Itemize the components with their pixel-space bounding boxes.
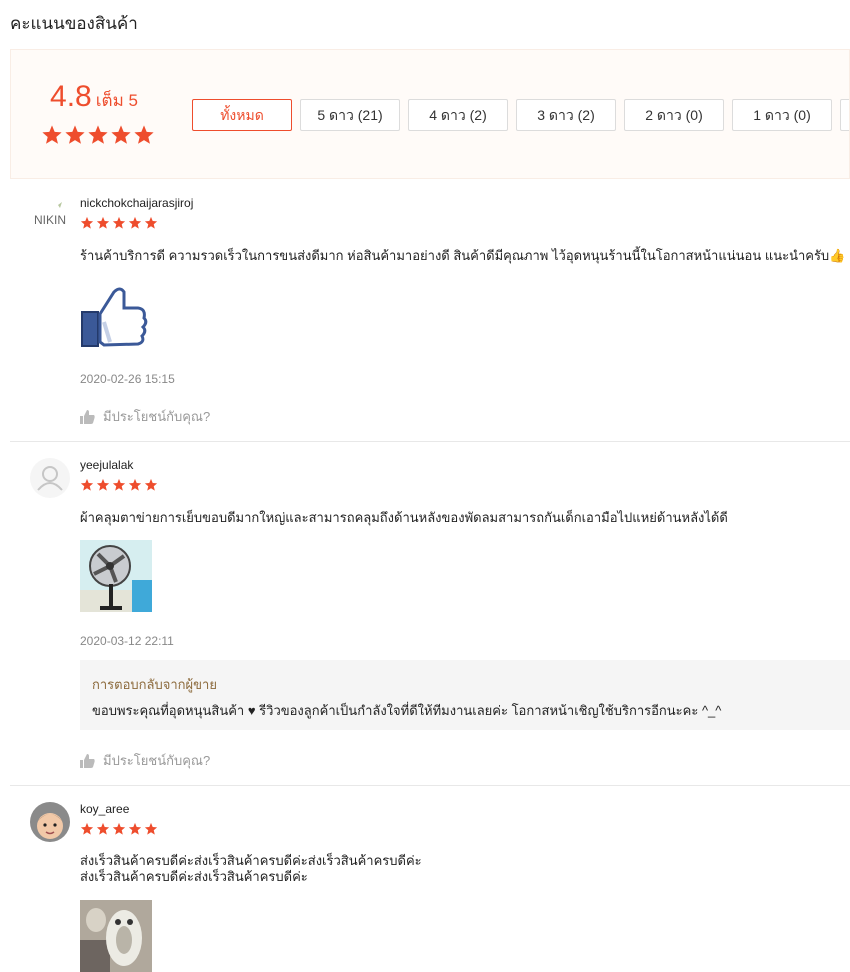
star-icon — [96, 216, 110, 229]
review-date: 2020-02-26 15:15 — [80, 372, 175, 386]
filter-5-stars[interactable]: 5 ดาว (21) — [300, 99, 400, 131]
svg-text:NIKIN: NIKIN — [34, 213, 66, 227]
overall-score: 4.8 เต็ม 5 — [11, 80, 177, 114]
star-icon — [80, 478, 94, 491]
filter-2-stars[interactable]: 2 ดาว (0) — [624, 99, 724, 131]
fan-photo-icon — [80, 540, 152, 612]
username: nickchokchaijarasjiroj — [80, 196, 194, 210]
review-stars — [80, 478, 158, 492]
score-value: 4.8 — [50, 80, 92, 113]
review-comment: ร้านค้าบริการดี ความรวดเร็วในการขนส่งดีม… — [80, 248, 846, 263]
filter-all[interactable]: ทั้งหมด — [192, 99, 292, 131]
star-icon — [80, 822, 94, 835]
filter-1-star[interactable]: 1 ดาว (0) — [732, 99, 832, 131]
star-icon — [144, 822, 158, 835]
review-item: NIKIN nickchokchaijarasjiroj ร้านค้าบริก… — [10, 180, 850, 442]
seller-reply-label: การตอบกลับจากผู้ขาย — [92, 677, 217, 692]
star-icon — [96, 822, 110, 835]
thumbs-up-icon — [80, 753, 95, 768]
logo-avatar-icon: NIKIN — [34, 202, 66, 227]
review-image[interactable] — [80, 540, 152, 612]
star-icon — [144, 216, 158, 229]
thumbs-up-icon — [80, 409, 95, 424]
star-icon — [88, 125, 108, 144]
star-icon — [65, 125, 85, 144]
overall-stars — [41, 124, 155, 146]
star-icon — [128, 216, 142, 229]
star-icon — [128, 478, 142, 491]
star-icon — [112, 216, 126, 229]
star-icon — [144, 478, 158, 491]
review-date: 2020-03-12 22:11 — [80, 634, 174, 648]
username: yeejulalak — [80, 458, 134, 472]
helpful-button[interactable]: มีประโยชน์กับคุณ? — [80, 406, 210, 427]
thumbs-up-image-icon — [81, 287, 148, 347]
filter-3-stars[interactable]: 3 ดาว (2) — [516, 99, 616, 131]
filter-more[interactable] — [840, 99, 849, 131]
star-icon — [111, 125, 131, 144]
helpful-label: มีประโยชน์กับคุณ? — [103, 753, 211, 768]
review-image[interactable] — [80, 900, 152, 972]
page-title: คะแนนของสินค้า — [10, 14, 138, 33]
avatar — [30, 458, 70, 498]
default-user-icon — [37, 466, 63, 491]
score-out-of: เต็ม 5 — [95, 91, 138, 110]
review-item: koy_aree ส่งเร็วสินค้าครบดีค่ะส่งเร็วสิน… — [10, 786, 850, 972]
review-stars — [80, 822, 158, 836]
review-item: yeejulalak ผ้าคลุมตาข่ายการเย็บขอบดีมากใ… — [10, 442, 850, 786]
review-comment: ผ้าคลุมตาข่ายการเย็บขอบดีมากใหญ่และสามาร… — [80, 510, 728, 525]
avatar — [30, 802, 70, 842]
star-icon — [42, 125, 62, 144]
seller-reply: การตอบกลับจากผู้ขาย ขอบพระคุณที่อุดหนุนส… — [80, 660, 850, 730]
helpful-button[interactable]: มีประโยชน์กับคุณ? — [80, 750, 210, 771]
star-icon — [80, 216, 94, 229]
review-stars — [80, 216, 158, 230]
filter-4-stars[interactable]: 4 ดาว (2) — [408, 99, 508, 131]
review-comment: ส่งเร็วสินค้าครบดีค่ะส่งเร็วสินค้าครบดีค… — [80, 853, 422, 884]
star-icon — [112, 478, 126, 491]
avatar: NIKIN — [30, 197, 70, 237]
baby-photo-avatar-icon — [30, 802, 70, 842]
review-image[interactable] — [80, 282, 152, 354]
pillow-photo-icon — [80, 900, 152, 972]
rating-summary: 4.8 เต็ม 5 ทั้งหมด 5 ดาว (21) 4 ดาว (2) 3… — [10, 49, 850, 179]
star-icon — [112, 822, 126, 835]
seller-reply-text: ขอบพระคุณที่อุดหนุนสินค้า ♥ รีวิวของลูกค… — [92, 703, 722, 718]
star-icon — [128, 822, 142, 835]
star-icon — [134, 125, 154, 144]
username: koy_aree — [80, 802, 130, 816]
star-icon — [96, 478, 110, 491]
helpful-label: มีประโยชน์กับคุณ? — [103, 409, 211, 424]
